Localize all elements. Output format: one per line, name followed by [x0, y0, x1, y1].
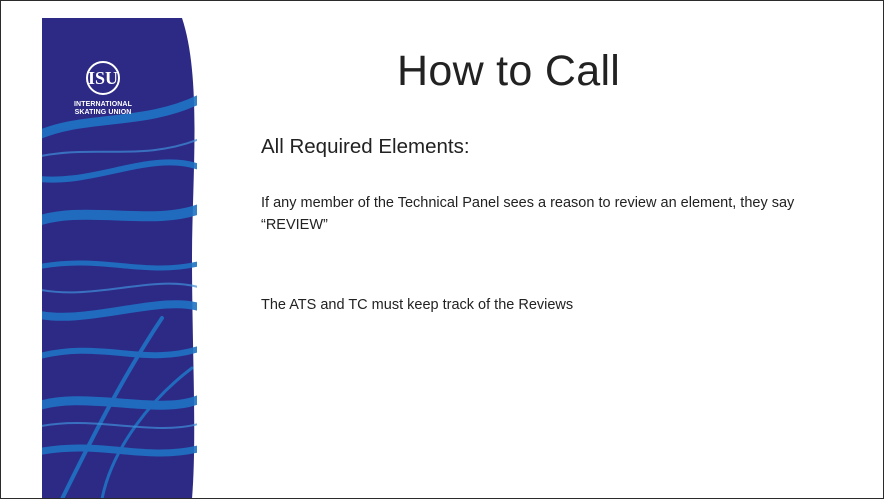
slide: ISU INTERNATIONAL SKATING UNION How to C…	[0, 0, 884, 499]
slide-subtitle: All Required Elements:	[261, 135, 470, 158]
body-paragraph-review: If any member of the Technical Panel see…	[261, 195, 795, 233]
body-paragraph-tracking: The ATS and TC must keep track of the Re…	[261, 297, 574, 313]
logo-line-2: SKATING UNION	[74, 109, 132, 116]
slide-title: How to Call	[397, 47, 621, 95]
isu-logo-text: INTERNATIONAL SKATING UNION	[55, 101, 151, 117]
isu-logo: ISU INTERNATIONAL SKATING UNION	[55, 61, 151, 117]
isu-logo-mark: ISU	[86, 61, 120, 95]
logo-line-1: INTERNATIONAL	[74, 101, 132, 108]
